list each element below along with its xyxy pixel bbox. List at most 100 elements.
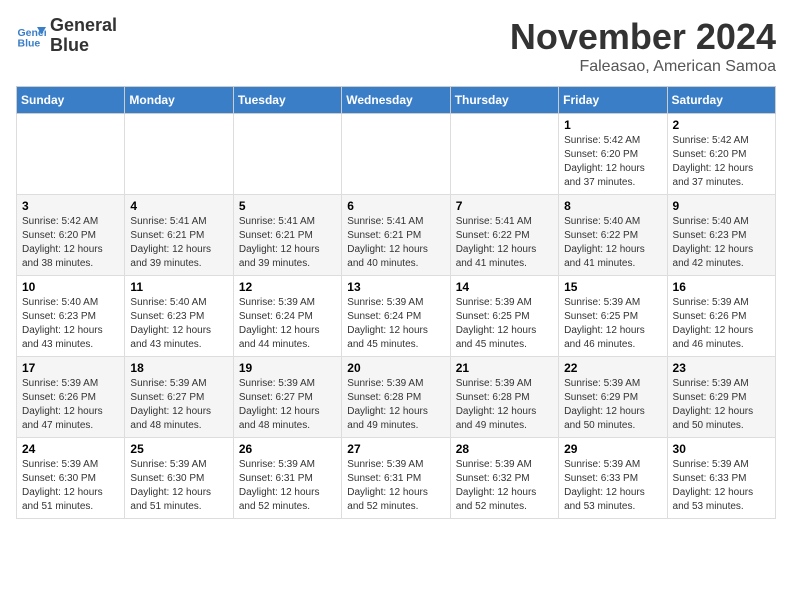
- day-info: Sunrise: 5:39 AM Sunset: 6:26 PM Dayligh…: [673, 296, 770, 352]
- day-number: 19: [239, 361, 336, 375]
- day-number: 3: [22, 199, 119, 213]
- calendar-week-row: 17Sunrise: 5:39 AM Sunset: 6:26 PM Dayli…: [17, 357, 776, 438]
- location-subtitle: Faleasao, American Samoa: [510, 58, 776, 76]
- day-number: 29: [564, 442, 661, 456]
- calendar-day-cell: 20 Sunrise: 5:39 AM Sunset: 6:28 PM Dayli…: [342, 357, 450, 438]
- day-info: Sunrise: 5:39 AM Sunset: 6:33 PM Dayligh…: [673, 458, 770, 514]
- calendar-body: 1 Sunrise: 5:42 AM Sunset: 6:20 PM Daylig…: [17, 114, 776, 519]
- day-number: 14: [456, 280, 553, 294]
- calendar-weekday-header: Thursday: [450, 87, 558, 114]
- calendar-week-row: 24 Sunrise: 5:39 AM Sunset: 6:30 PM Dayli…: [17, 438, 776, 519]
- day-number: 13: [347, 280, 444, 294]
- calendar-day-cell: [342, 114, 450, 195]
- day-number: 12: [239, 280, 336, 294]
- day-info: Sunrise: 5:39 AM Sunset: 6:31 PM Dayligh…: [239, 458, 336, 514]
- calendar-day-cell: 13 Sunrise: 5:39 AM Sunset: 6:24 PM Dayli…: [342, 276, 450, 357]
- day-number: 21: [456, 361, 553, 375]
- calendar-day-cell: 4 Sunrise: 5:41 AM Sunset: 6:21 PM Daylig…: [125, 195, 233, 276]
- day-number: 22: [564, 361, 661, 375]
- calendar-weekday-header: Sunday: [17, 87, 125, 114]
- day-number: 5: [239, 199, 336, 213]
- day-info: Sunrise: 5:39 AM Sunset: 6:28 PM Dayligh…: [347, 377, 444, 433]
- title-area: November 2024 Faleasao, American Samoa: [510, 16, 776, 76]
- logo-icon: General Blue: [16, 21, 46, 51]
- day-info: Sunrise: 5:40 AM Sunset: 6:23 PM Dayligh…: [673, 215, 770, 271]
- month-title: November 2024: [510, 16, 776, 58]
- day-number: 25: [130, 442, 227, 456]
- calendar-day-cell: 23Sunrise: 5:39 AM Sunset: 6:29 PM Dayli…: [667, 357, 775, 438]
- day-number: 9: [673, 199, 770, 213]
- day-info: Sunrise: 5:39 AM Sunset: 6:32 PM Dayligh…: [456, 458, 553, 514]
- calendar-header-row: SundayMondayTuesdayWednesdayThursdayFrid…: [17, 87, 776, 114]
- day-number: 8: [564, 199, 661, 213]
- calendar-day-cell: 9 Sunrise: 5:40 AM Sunset: 6:23 PM Daylig…: [667, 195, 775, 276]
- day-number: 20: [347, 361, 444, 375]
- calendar-day-cell: 25 Sunrise: 5:39 AM Sunset: 6:30 PM Dayli…: [125, 438, 233, 519]
- calendar-week-row: 3Sunrise: 5:42 AM Sunset: 6:20 PM Daylig…: [17, 195, 776, 276]
- day-info: Sunrise: 5:39 AM Sunset: 6:24 PM Dayligh…: [239, 296, 336, 352]
- day-number: 2: [673, 118, 770, 132]
- day-number: 6: [347, 199, 444, 213]
- day-info: Sunrise: 5:39 AM Sunset: 6:30 PM Dayligh…: [130, 458, 227, 514]
- calendar-day-cell: [450, 114, 558, 195]
- calendar-day-cell: 6 Sunrise: 5:41 AM Sunset: 6:21 PM Daylig…: [342, 195, 450, 276]
- day-number: 4: [130, 199, 227, 213]
- calendar-day-cell: 27 Sunrise: 5:39 AM Sunset: 6:31 PM Dayli…: [342, 438, 450, 519]
- calendar-day-cell: [233, 114, 341, 195]
- day-number: 15: [564, 280, 661, 294]
- day-number: 7: [456, 199, 553, 213]
- day-number: 27: [347, 442, 444, 456]
- day-info: Sunrise: 5:39 AM Sunset: 6:33 PM Dayligh…: [564, 458, 661, 514]
- calendar-day-cell: 22 Sunrise: 5:39 AM Sunset: 6:29 PM Dayli…: [559, 357, 667, 438]
- calendar-day-cell: [125, 114, 233, 195]
- day-info: Sunrise: 5:40 AM Sunset: 6:22 PM Dayligh…: [564, 215, 661, 271]
- calendar-day-cell: 10 Sunrise: 5:40 AM Sunset: 6:23 PM Dayli…: [17, 276, 125, 357]
- calendar-weekday-header: Tuesday: [233, 87, 341, 114]
- calendar-weekday-header: Friday: [559, 87, 667, 114]
- calendar-day-cell: 17Sunrise: 5:39 AM Sunset: 6:26 PM Dayli…: [17, 357, 125, 438]
- day-info: Sunrise: 5:39 AM Sunset: 6:25 PM Dayligh…: [564, 296, 661, 352]
- day-number: 10: [22, 280, 119, 294]
- day-number: 11: [130, 280, 227, 294]
- calendar-day-cell: 12 Sunrise: 5:39 AM Sunset: 6:24 PM Dayli…: [233, 276, 341, 357]
- day-number: 24: [22, 442, 119, 456]
- logo: General Blue General Blue: [16, 16, 117, 56]
- day-number: 18: [130, 361, 227, 375]
- calendar-day-cell: 14 Sunrise: 5:39 AM Sunset: 6:25 PM Dayli…: [450, 276, 558, 357]
- day-info: Sunrise: 5:39 AM Sunset: 6:29 PM Dayligh…: [673, 377, 770, 433]
- calendar-day-cell: 15 Sunrise: 5:39 AM Sunset: 6:25 PM Dayli…: [559, 276, 667, 357]
- day-info: Sunrise: 5:39 AM Sunset: 6:27 PM Dayligh…: [130, 377, 227, 433]
- day-info: Sunrise: 5:41 AM Sunset: 6:21 PM Dayligh…: [347, 215, 444, 271]
- day-info: Sunrise: 5:39 AM Sunset: 6:25 PM Dayligh…: [456, 296, 553, 352]
- day-info: Sunrise: 5:39 AM Sunset: 6:31 PM Dayligh…: [347, 458, 444, 514]
- day-info: Sunrise: 5:40 AM Sunset: 6:23 PM Dayligh…: [22, 296, 119, 352]
- logo-text: General Blue: [50, 16, 117, 56]
- calendar-day-cell: 7 Sunrise: 5:41 AM Sunset: 6:22 PM Daylig…: [450, 195, 558, 276]
- calendar-day-cell: 26Sunrise: 5:39 AM Sunset: 6:31 PM Dayli…: [233, 438, 341, 519]
- calendar-day-cell: 2 Sunrise: 5:42 AM Sunset: 6:20 PM Daylig…: [667, 114, 775, 195]
- day-number: 16: [673, 280, 770, 294]
- day-info: Sunrise: 5:41 AM Sunset: 6:22 PM Dayligh…: [456, 215, 553, 271]
- calendar-day-cell: 8 Sunrise: 5:40 AM Sunset: 6:22 PM Daylig…: [559, 195, 667, 276]
- calendar-weekday-header: Monday: [125, 87, 233, 114]
- calendar-day-cell: 29 Sunrise: 5:39 AM Sunset: 6:33 PM Dayli…: [559, 438, 667, 519]
- day-info: Sunrise: 5:41 AM Sunset: 6:21 PM Dayligh…: [130, 215, 227, 271]
- calendar-day-cell: 24 Sunrise: 5:39 AM Sunset: 6:30 PM Dayli…: [17, 438, 125, 519]
- day-info: Sunrise: 5:39 AM Sunset: 6:28 PM Dayligh…: [456, 377, 553, 433]
- day-number: 1: [564, 118, 661, 132]
- day-info: Sunrise: 5:39 AM Sunset: 6:24 PM Dayligh…: [347, 296, 444, 352]
- day-info: Sunrise: 5:39 AM Sunset: 6:29 PM Dayligh…: [564, 377, 661, 433]
- day-number: 30: [673, 442, 770, 456]
- day-info: Sunrise: 5:39 AM Sunset: 6:30 PM Dayligh…: [22, 458, 119, 514]
- calendar-weekday-header: Wednesday: [342, 87, 450, 114]
- svg-text:Blue: Blue: [18, 37, 41, 49]
- calendar-day-cell: 19Sunrise: 5:39 AM Sunset: 6:27 PM Dayli…: [233, 357, 341, 438]
- calendar-weekday-header: Saturday: [667, 87, 775, 114]
- day-info: Sunrise: 5:42 AM Sunset: 6:20 PM Dayligh…: [673, 134, 770, 190]
- calendar-week-row: 1 Sunrise: 5:42 AM Sunset: 6:20 PM Daylig…: [17, 114, 776, 195]
- calendar-day-cell: 16 Sunrise: 5:39 AM Sunset: 6:26 PM Dayli…: [667, 276, 775, 357]
- calendar-day-cell: 18 Sunrise: 5:39 AM Sunset: 6:27 PM Dayli…: [125, 357, 233, 438]
- calendar: SundayMondayTuesdayWednesdayThursdayFrid…: [16, 86, 776, 519]
- header: General Blue General Blue November 2024 …: [16, 16, 776, 76]
- calendar-day-cell: 11Sunrise: 5:40 AM Sunset: 6:23 PM Dayli…: [125, 276, 233, 357]
